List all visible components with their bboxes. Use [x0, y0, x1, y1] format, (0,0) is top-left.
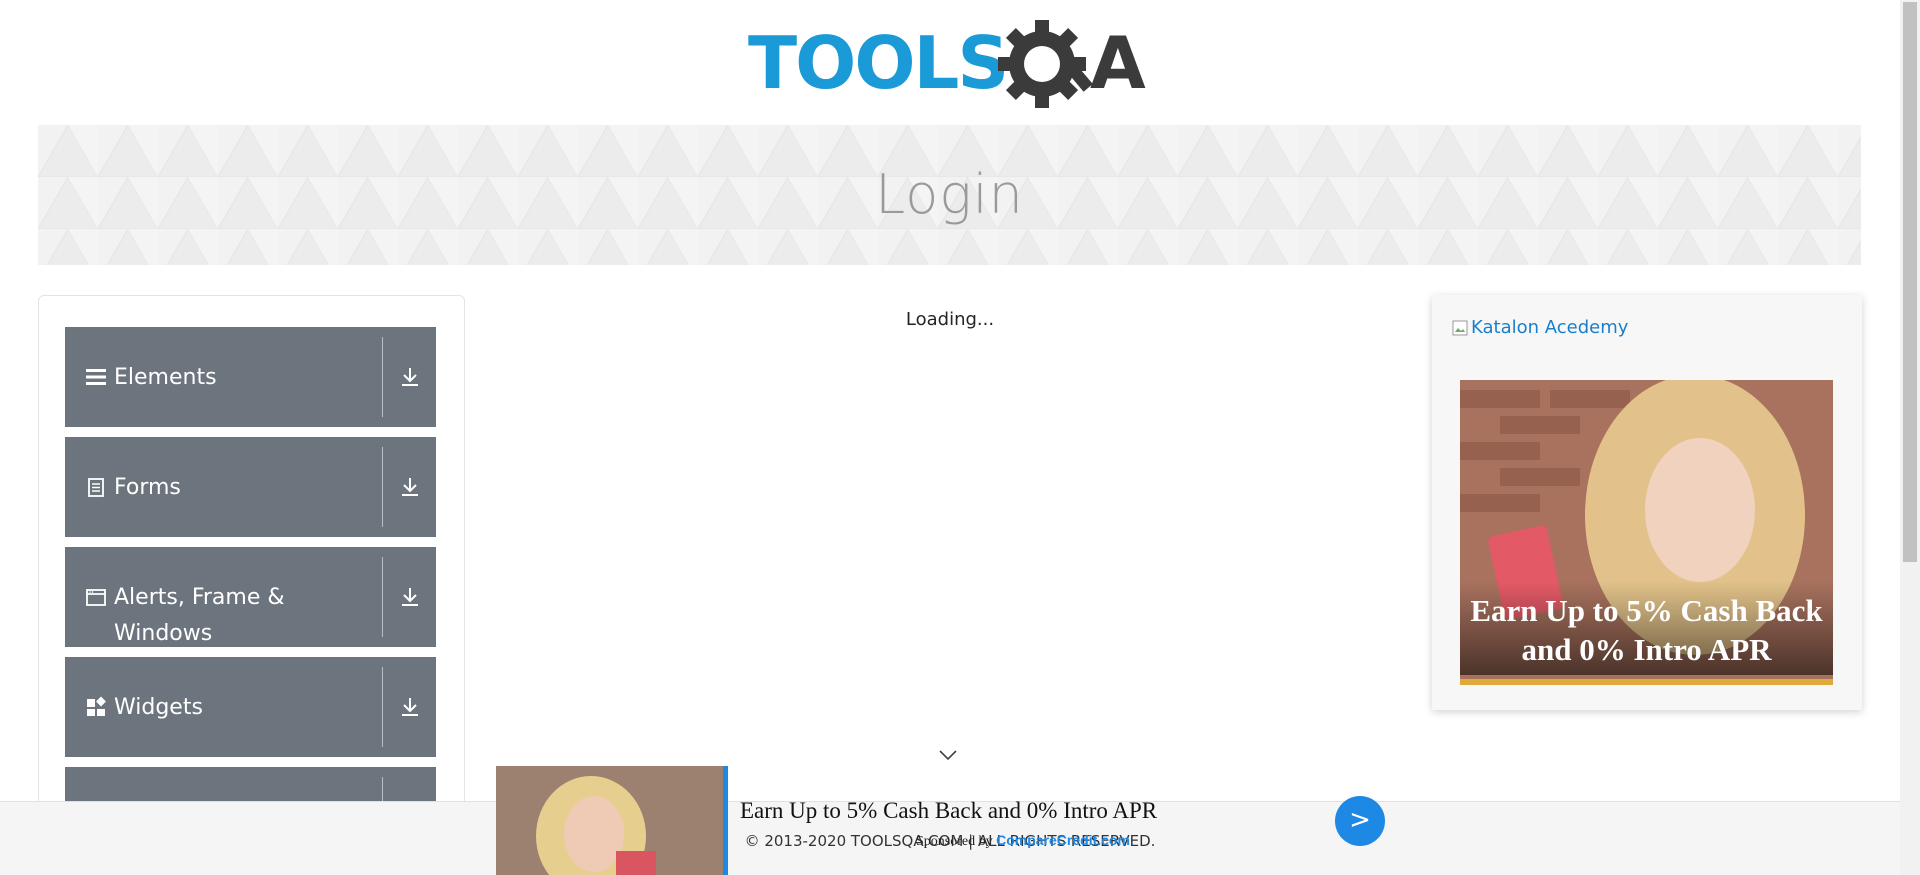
bottom-ad-accent — [723, 766, 728, 875]
gear-icon — [998, 20, 1093, 108]
katalon-ad-alt-text: Katalon Acedemy — [1471, 317, 1629, 338]
sidebar-group-label: Forms — [114, 475, 181, 500]
hamburger-icon — [86, 369, 106, 385]
chevron-down-icon[interactable] — [937, 747, 959, 763]
broken-image-icon — [1452, 320, 1468, 335]
scrollbar-thumb[interactable] — [1903, 2, 1917, 562]
sidebar-group-label: Alerts, Frame & Windows — [114, 585, 285, 646]
widgets-icon — [87, 696, 106, 716]
sidebar-group-label: Widgets — [114, 695, 203, 720]
download-icon[interactable] — [398, 365, 422, 389]
page-banner: Login — [38, 125, 1861, 265]
sidebar-group-alerts-frame-windows[interactable]: Alerts, Frame & Windows — [65, 547, 436, 647]
sidebar-group-label: Elements — [114, 365, 217, 390]
sponsor-name-link[interactable]: CompareCredit.com — [996, 832, 1130, 848]
page-title: Login — [875, 163, 1024, 226]
sponsored-prefix: Sponsored by — [916, 834, 993, 849]
sidebar-group-elements[interactable]: Elements — [65, 327, 436, 427]
divider — [382, 667, 383, 747]
bottom-ad-sponsored: Sponsored by CompareCredit.com — [916, 832, 1130, 850]
bottom-ad-photo-illustration — [496, 766, 723, 875]
window-icon — [86, 589, 106, 606]
ad-image[interactable]: Earn Up to 5% Cash Back and 0% Intro APR — [1460, 380, 1833, 685]
bottom-ad-go-button[interactable]: > — [1335, 796, 1385, 846]
katalon-ad-link[interactable]: Katalon Acedemy — [1452, 317, 1628, 338]
divider — [382, 337, 383, 417]
bottom-sticky-ad[interactable]: Earn Up to 5% Cash Back and 0% Intro APR… — [496, 766, 1386, 875]
right-ad-panel: Katalon Acedemy Earn Up to 5% Cash Back … — [1432, 295, 1862, 710]
sidebar-group-forms[interactable]: Forms — [65, 437, 436, 537]
divider — [382, 447, 383, 527]
download-icon[interactable] — [398, 475, 422, 499]
loading-text: Loading... — [905, 309, 995, 330]
logo-text-tools: TOOLS — [748, 21, 1007, 105]
logo-text-a: A — [1090, 21, 1146, 105]
document-icon — [88, 478, 104, 497]
left-sidebar: Elements Forms Alerts, Frame & Windows W… — [38, 295, 465, 875]
bottom-ad-thumbnail[interactable] — [496, 766, 723, 875]
bottom-ad-headline[interactable]: Earn Up to 5% Cash Back and 0% Intro APR — [740, 798, 1157, 824]
toolsqa-logo[interactable]: TOOLS A — [748, 18, 1156, 113]
sidebar-group-widgets[interactable]: Widgets — [65, 657, 436, 757]
page-scrollbar[interactable] — [1900, 0, 1920, 875]
ad-caption: Earn Up to 5% Cash Back and 0% Intro APR — [1460, 581, 1833, 675]
ad-accent-bar — [1460, 679, 1833, 685]
download-icon[interactable] — [398, 695, 422, 719]
divider — [382, 557, 383, 637]
download-icon[interactable] — [398, 585, 422, 609]
